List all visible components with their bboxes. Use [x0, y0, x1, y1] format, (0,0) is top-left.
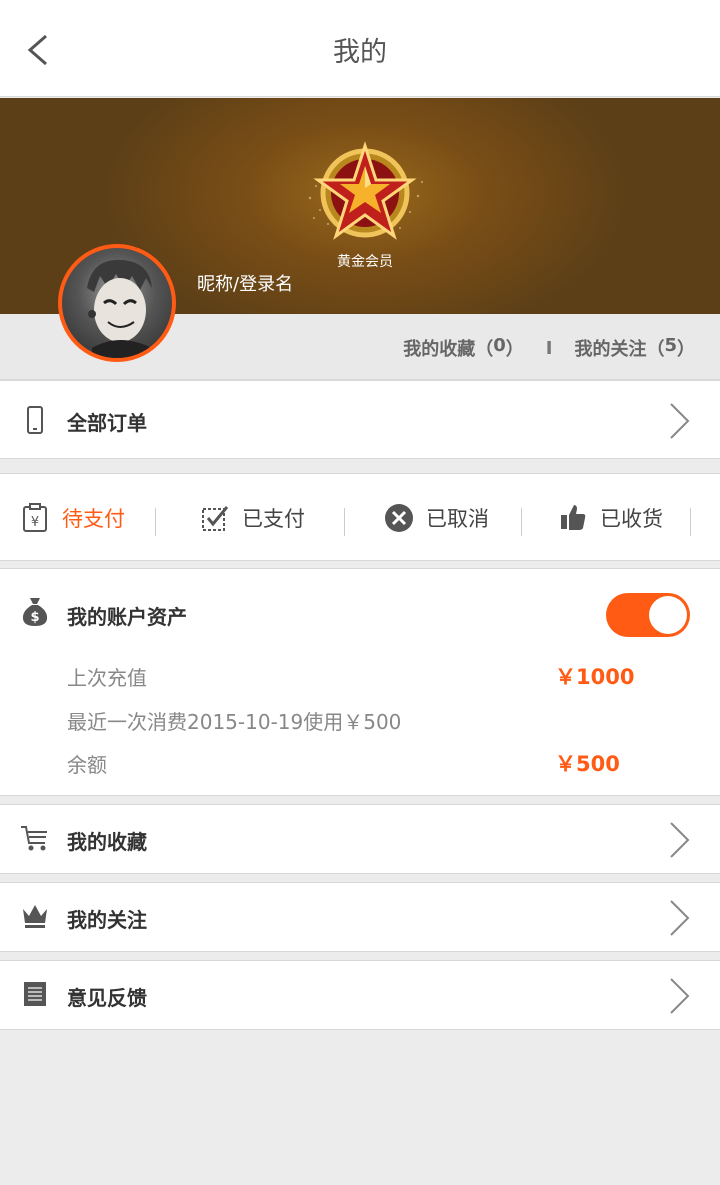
tab-label: 已取消	[426, 507, 489, 531]
menu-item-label: 我的收藏	[67, 830, 147, 854]
follows-count: 5	[664, 335, 677, 356]
checkbox-icon	[202, 506, 229, 531]
balance-amount: ￥500	[555, 752, 620, 776]
tab-paid[interactable]: 已支付	[200, 474, 305, 562]
menu-item-favorites[interactable]: 我的收藏	[0, 804, 720, 874]
tab-cancelled[interactable]: 已取消	[384, 474, 489, 562]
tab-divider	[155, 508, 156, 536]
assets-toggle[interactable]	[606, 593, 690, 637]
document-icon	[24, 982, 46, 1006]
member-level-label: 黄金会员	[337, 254, 393, 270]
favorites-count: 0	[493, 335, 506, 356]
tab-label: 已支付	[242, 507, 305, 531]
tab-received[interactable]: 已收货	[558, 474, 663, 562]
tab-label: 待支付	[62, 507, 125, 531]
svg-text:$: $	[30, 610, 39, 625]
tab-label: 已收货	[600, 507, 663, 531]
last-spend-text: 最近一次消费2015-10-19使用￥500	[67, 710, 402, 734]
tab-divider	[690, 508, 691, 536]
money-bag-icon: $	[22, 598, 48, 626]
svg-text:¥: ¥	[31, 515, 39, 530]
crown-icon	[23, 905, 47, 928]
menu-item-label: 意见反馈	[67, 986, 147, 1010]
cancel-circle-icon	[385, 504, 413, 532]
phone-icon	[27, 406, 43, 434]
account-assets-card: $ 我的账户资产 上次充值 ￥1000 最近一次消费2015-10-19使用￥5…	[0, 568, 720, 796]
page-title: 我的	[333, 37, 387, 68]
chevron-right-icon	[670, 822, 690, 858]
gold-member-star-icon	[308, 141, 423, 240]
menu-item-follows[interactable]: 我的关注	[0, 882, 720, 952]
last-recharge-amount: ￥1000	[555, 665, 635, 689]
chevron-right-icon	[670, 403, 690, 439]
nickname[interactable]: 昵称/登录名	[197, 270, 293, 296]
order-status-tabs: ¥ 待支付 已支付 已取消 已收货	[0, 473, 720, 561]
menu-item-label: 我的关注	[67, 908, 147, 932]
last-recharge-label: 上次充值	[67, 666, 147, 690]
avatar[interactable]	[58, 244, 176, 362]
all-orders-label: 全部订单	[67, 411, 147, 435]
follows-label: 我的关注（	[574, 339, 665, 360]
chevron-right-icon	[670, 900, 690, 936]
toggle-knob	[649, 596, 687, 634]
favorites-count-link[interactable]: 我的收藏（ 0 ）	[403, 335, 524, 361]
thumbs-up-icon	[561, 505, 586, 530]
top-bar: 我的	[0, 0, 720, 97]
assets-title: 我的账户资产	[67, 605, 187, 629]
tab-pending-payment[interactable]: ¥ 待支付	[20, 474, 125, 562]
avatar-mask-image	[87, 259, 152, 358]
chevron-right-icon	[670, 978, 690, 1014]
stats-separator: I	[545, 337, 553, 359]
yen-clipboard-icon: ¥	[23, 503, 47, 532]
balance-label: 余额	[67, 753, 107, 777]
tab-divider	[521, 508, 522, 536]
follows-count-link[interactable]: 我的关注（ 5 ）	[574, 335, 695, 361]
cart-icon	[21, 826, 47, 851]
follows-close: ）	[677, 339, 695, 360]
menu-item-feedback[interactable]: 意见反馈	[0, 960, 720, 1030]
tab-divider	[344, 508, 345, 536]
all-orders-row[interactable]: 全部订单	[0, 380, 720, 459]
favorites-close: ）	[505, 339, 524, 360]
favorites-label: 我的收藏（	[403, 339, 494, 360]
